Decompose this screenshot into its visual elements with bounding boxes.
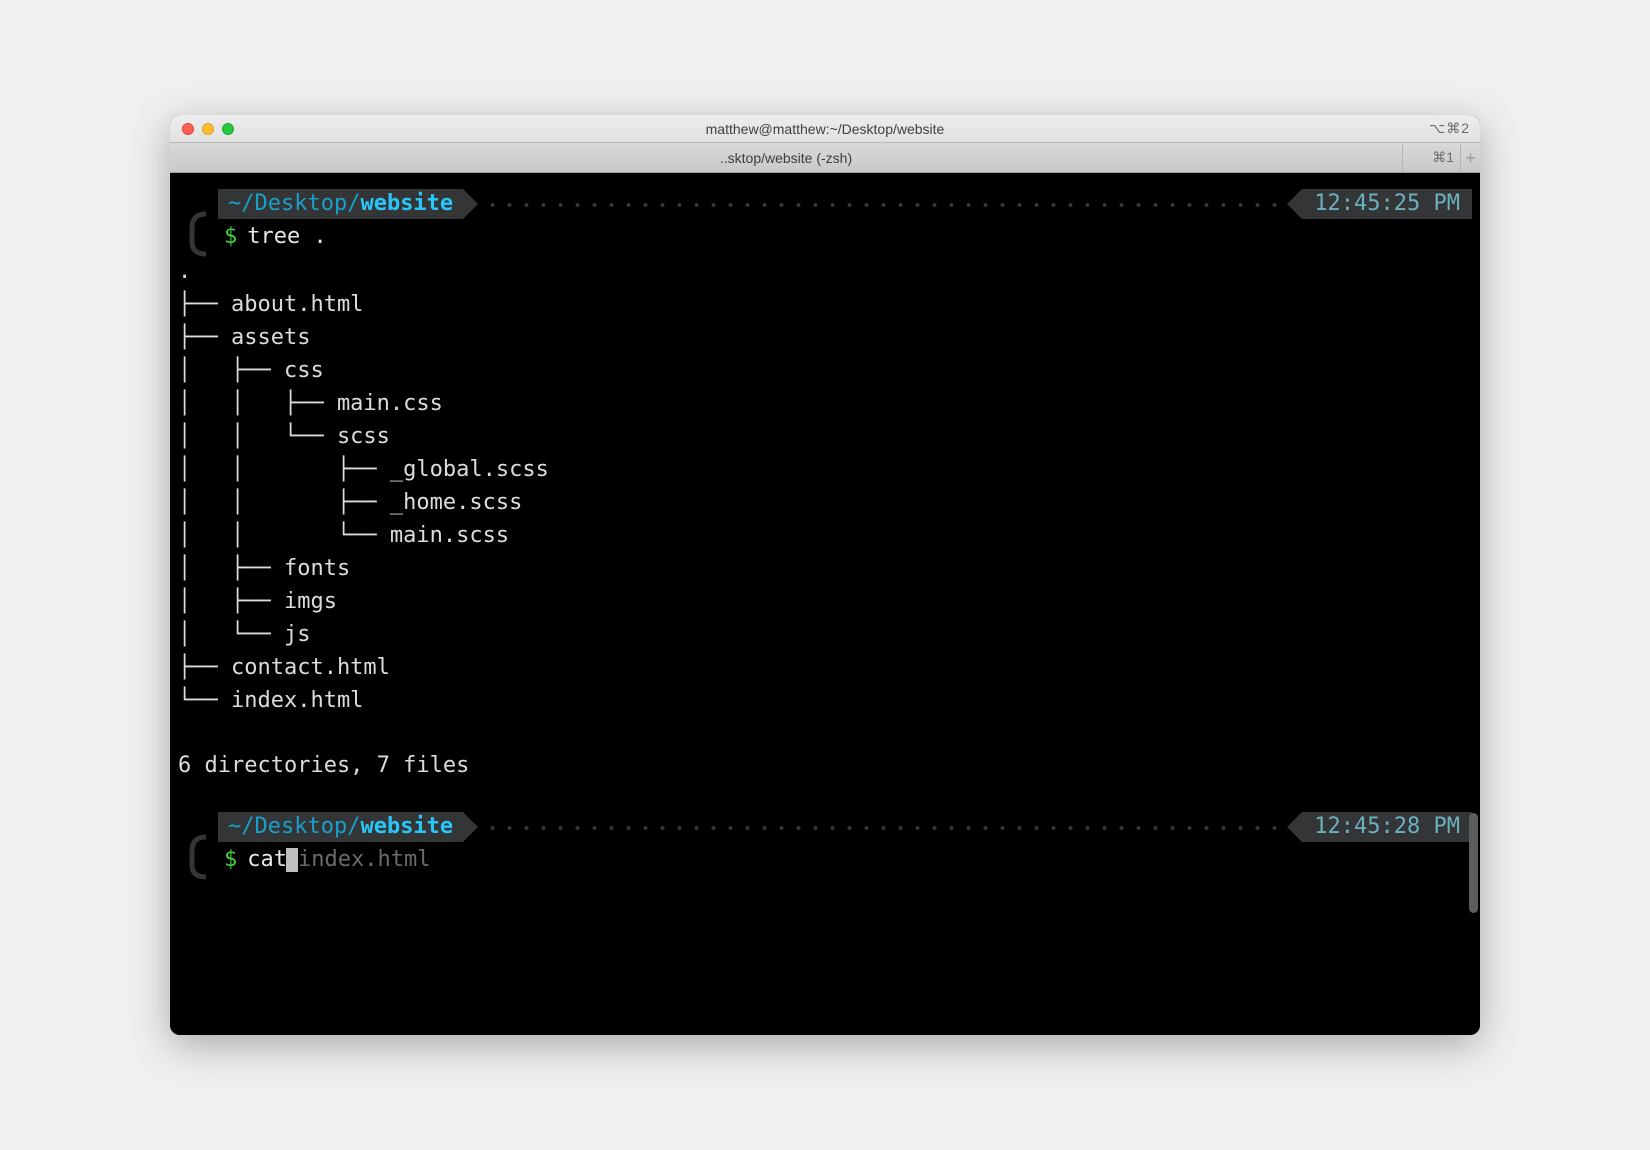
tree-line: ├── contact.html <box>178 655 390 680</box>
cursor-icon <box>286 848 298 872</box>
tree-summary: 6 directories, 7 files <box>178 749 1472 782</box>
traffic-lights <box>170 123 234 135</box>
chevron-right-icon <box>463 812 478 842</box>
window-keyhint: ⌥⌘2 <box>1429 120 1480 137</box>
window-title: matthew@matthew:~/Desktop/website <box>170 121 1480 137</box>
tree-line: │ │ ├── _home.scss <box>178 490 522 515</box>
command-row: $ tree . <box>178 220 1472 253</box>
tree-line: ├── about.html <box>178 292 363 317</box>
terminal-body[interactable]: ~/Desktop/website 12:45:25 PM $ tree . .… <box>170 173 1480 1035</box>
command-typed: cat <box>247 843 287 876</box>
close-icon[interactable] <box>182 123 194 135</box>
terminal-window: matthew@matthew:~/Desktop/website ⌥⌘2 ..… <box>170 115 1480 1035</box>
new-tab-button[interactable]: + <box>1460 143 1480 172</box>
command-autosuggest: index.html <box>298 843 430 876</box>
tree-output: . ├── about.html ├── assets │ ├── css │ … <box>178 255 1472 717</box>
tab-keyhint-text: ⌘1 <box>1432 149 1454 166</box>
tree-line: ├── assets <box>178 325 310 350</box>
titlebar: matthew@matthew:~/Desktop/website ⌥⌘2 <box>170 115 1480 143</box>
tree-line: │ │ └── main.scss <box>178 523 509 548</box>
prompt-separator <box>484 189 1281 219</box>
command-row-active[interactable]: $ cat index.html <box>178 843 1472 876</box>
maximize-icon[interactable] <box>222 123 234 135</box>
path-leaf: website <box>360 187 453 220</box>
tab-active[interactable]: ..sktop/website (-zsh) <box>170 143 1402 172</box>
tab-keyhint: ⌘1 <box>1402 143 1460 172</box>
tree-line: │ │ ├── _global.scss <box>178 457 549 482</box>
chevron-left-icon <box>1287 189 1302 219</box>
prompt-row: ~/Desktop/website 12:45:25 PM <box>178 187 1472 220</box>
tree-line: │ ├── css <box>178 358 324 383</box>
time-pill: 12:45:28 PM <box>1302 812 1472 842</box>
chevron-right-icon <box>463 189 478 219</box>
prompt-row: ~/Desktop/website 12:45:28 PM <box>178 810 1472 843</box>
prompt-separator <box>484 812 1281 842</box>
time-pill: 12:45:25 PM <box>1302 189 1472 219</box>
tab-label: ..sktop/website (-zsh) <box>720 150 852 166</box>
path-leaf: website <box>360 810 453 843</box>
scrollbar[interactable] <box>1469 813 1478 913</box>
tabbar: ..sktop/website (-zsh) ⌘1 + <box>170 143 1480 173</box>
path-pill: ~/Desktop/website <box>218 812 463 842</box>
tree-line: │ │ └── scss <box>178 424 390 449</box>
tree-root: . <box>178 259 191 284</box>
prompt-dollar: $ <box>224 843 237 876</box>
path-pill: ~/Desktop/website <box>218 189 463 219</box>
command-text: tree . <box>247 220 326 253</box>
path-prefix: ~/Desktop/ <box>228 187 360 220</box>
tree-line: │ ├── imgs <box>178 589 337 614</box>
tree-line: │ ├── fonts <box>178 556 350 581</box>
tree-line: │ └── js <box>178 622 310 647</box>
path-prefix: ~/Desktop/ <box>228 810 360 843</box>
tree-line: │ │ ├── main.css <box>178 391 443 416</box>
prompt-dollar: $ <box>224 220 237 253</box>
chevron-left-icon <box>1287 812 1302 842</box>
tree-line: └── index.html <box>178 688 363 713</box>
minimize-icon[interactable] <box>202 123 214 135</box>
